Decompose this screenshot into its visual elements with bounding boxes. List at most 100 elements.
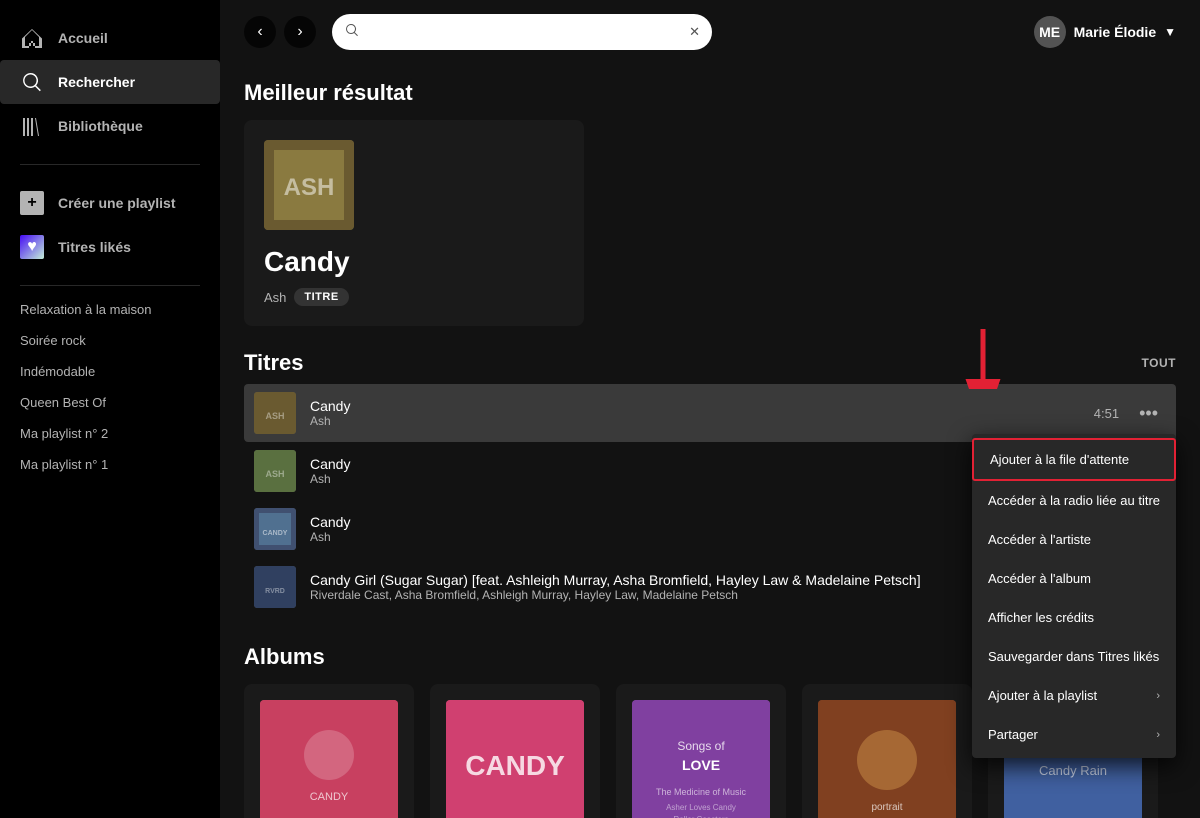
track-thumb-2: CANDY (254, 508, 296, 550)
scroll-area: Meilleur résultat ASH Candy Ash TITRE (220, 64, 1200, 818)
album-card-3[interactable]: portrait Candy Iggy Pop (802, 684, 972, 818)
back-button[interactable]: ‹ (244, 16, 276, 48)
track-thumb-1: ASH (254, 450, 296, 492)
svg-text:ASH: ASH (284, 174, 335, 201)
svg-text:CANDY: CANDY (310, 791, 349, 803)
context-menu-item-6[interactable]: Ajouter à la playlist › (972, 676, 1176, 715)
svg-text:Candy Rain: Candy Rain (1039, 763, 1107, 778)
context-menu-label-2: Accéder à l'artiste (988, 532, 1091, 547)
svg-text:Asher Loves Candy: Asher Loves Candy (666, 803, 736, 812)
best-result-meta: Ash TITRE (264, 288, 564, 306)
search-input[interactable]: ash candy (332, 14, 712, 50)
sidebar-item-label-rechercher: Rechercher (58, 74, 135, 90)
playlist-item-1[interactable]: Soirée rock (20, 325, 200, 356)
forward-button[interactable]: › (284, 16, 316, 48)
sidebar-nav: Accueil Rechercher Bibliothèque (0, 8, 220, 156)
sidebar-actions: + Créer une playlist ♥ Titres likés (0, 173, 220, 277)
svg-text:RVRD: RVRD (265, 588, 285, 595)
titres-section: Titres TOUT ASH Candy Ash 4:51 ••• (244, 350, 1176, 616)
svg-text:CANDY: CANDY (263, 530, 288, 537)
search-icon (344, 22, 360, 42)
plus-icon: + (20, 191, 44, 215)
svg-text:LOVE: LOVE (682, 757, 720, 773)
track-info-0: Candy Ash (310, 398, 1094, 428)
best-result-album-art: ASH (264, 140, 354, 230)
context-menu-item-4[interactable]: Afficher les crédits (972, 598, 1176, 637)
svg-text:portrait: portrait (871, 802, 902, 813)
context-menu-label-6: Ajouter à la playlist (988, 688, 1097, 703)
user-area[interactable]: ME Marie Élodie ▼ (1034, 16, 1176, 48)
search-nav-icon (20, 70, 44, 94)
context-menu-item-5[interactable]: Sauvegarder dans Titres likés (972, 637, 1176, 676)
search-clear-icon[interactable]: ✕ (689, 24, 700, 40)
playlist-item-3[interactable]: Queen Best Of (20, 387, 200, 418)
track-item-0[interactable]: ASH Candy Ash 4:51 ••• (244, 384, 1176, 442)
sidebar-item-creer-playlist[interactable]: + Créer une playlist (0, 181, 220, 225)
svg-text:Songs of: Songs of (677, 739, 725, 753)
album-card-1[interactable]: CANDY Candy Various Artists (430, 684, 600, 818)
home-icon (20, 26, 44, 50)
svg-text:ASH: ASH (265, 469, 284, 479)
context-menu-label-5: Sauvegarder dans Titres likés (988, 649, 1159, 664)
playlist-item-2[interactable]: Indémodable (20, 356, 200, 387)
album-art-2: Songs of LOVE The Medicine of Music Ashe… (632, 700, 770, 818)
context-menu-label-3: Accéder à l'album (988, 571, 1091, 586)
context-menu-label-0: Ajouter à la file d'attente (990, 452, 1129, 467)
sidebar-item-rechercher[interactable]: Rechercher (0, 60, 220, 104)
best-result-card[interactable]: ASH Candy Ash TITRE (244, 120, 584, 326)
context-menu-item-0[interactable]: Ajouter à la file d'attente (972, 438, 1176, 481)
nav-buttons: ‹ › (244, 16, 316, 48)
titres-header: Titres TOUT (244, 350, 1176, 376)
playlist-item-0[interactable]: Relaxation à la maison (20, 294, 200, 325)
svg-text:The Medicine of Music: The Medicine of Music (656, 787, 747, 797)
best-result-artist: Ash (264, 290, 286, 305)
context-menu-item-1[interactable]: Accéder à la radio liée au titre (972, 481, 1176, 520)
track-artist-0: Ash (310, 414, 1094, 428)
main-content: ‹ › ash candy ✕ ME Marie Élodie ▼ Meille… (220, 0, 1200, 818)
chevron-down-icon: ▼ (1164, 25, 1176, 39)
album-card-2[interactable]: Songs of LOVE The Medicine of Music Ashe… (616, 684, 786, 818)
album-card-0[interactable]: CANDY Candy Various Artists (244, 684, 414, 818)
sidebar-divider-1 (20, 164, 200, 165)
user-name: Marie Élodie (1074, 24, 1156, 40)
context-menu-label-7: Partager (988, 727, 1038, 742)
sidebar-item-bibliotheque[interactable]: Bibliothèque (0, 104, 220, 148)
sidebar-item-label-accueil: Accueil (58, 30, 108, 46)
album-art-1: CANDY (446, 700, 584, 818)
context-menu-item-3[interactable]: Accéder à l'album (972, 559, 1176, 598)
track-thumb-0: ASH (254, 392, 296, 434)
submenu-chevron-7: › (1156, 729, 1160, 741)
playlist-item-4[interactable]: Ma playlist n° 2 (20, 418, 200, 449)
sidebar-item-accueil[interactable]: Accueil (0, 16, 220, 60)
titres-section-title: Titres (244, 350, 304, 376)
track-duration-0: 4:51 (1094, 406, 1119, 421)
search-box: ash candy ✕ (332, 14, 712, 50)
track-thumb-3: RVRD (254, 566, 296, 608)
context-menu-label-4: Afficher les crédits (988, 610, 1094, 625)
track-name-0: Candy (310, 398, 1094, 414)
context-menu-item-7[interactable]: Partager › (972, 715, 1176, 754)
library-icon (20, 114, 44, 138)
best-result-song-name: Candy (264, 246, 564, 278)
sidebar-playlists: Relaxation à la maison Soirée rock Indém… (0, 294, 220, 810)
album-art-3: portrait (818, 700, 956, 818)
sidebar: Accueil Rechercher Bibliothèque + Créer … (0, 0, 220, 818)
sidebar-item-titres-likes[interactable]: ♥ Titres likés (0, 225, 220, 269)
sidebar-item-label-bibliotheque: Bibliothèque (58, 118, 143, 134)
sidebar-creer-playlist-label: Créer une playlist (58, 195, 176, 211)
avatar: ME (1034, 16, 1066, 48)
titre-badge: TITRE (294, 288, 348, 306)
album-art-0: CANDY (260, 700, 398, 818)
context-menu: Ajouter à la file d'attente Accéder à la… (972, 434, 1176, 758)
track-more-button-0[interactable]: ••• (1131, 399, 1166, 428)
playlist-item-5[interactable]: Ma playlist n° 1 (20, 449, 200, 480)
context-menu-item-2[interactable]: Accéder à l'artiste (972, 520, 1176, 559)
svg-text:CANDY: CANDY (465, 750, 565, 781)
topbar: ‹ › ash candy ✕ ME Marie Élodie ▼ (220, 0, 1200, 64)
submenu-chevron-6: › (1156, 690, 1160, 702)
best-result-title: Meilleur résultat (244, 80, 1176, 106)
heart-icon: ♥ (20, 235, 44, 259)
album-art-image: ASH (264, 140, 354, 230)
context-menu-label-1: Accéder à la radio liée au titre (988, 493, 1160, 508)
tout-button[interactable]: TOUT (1142, 356, 1176, 370)
